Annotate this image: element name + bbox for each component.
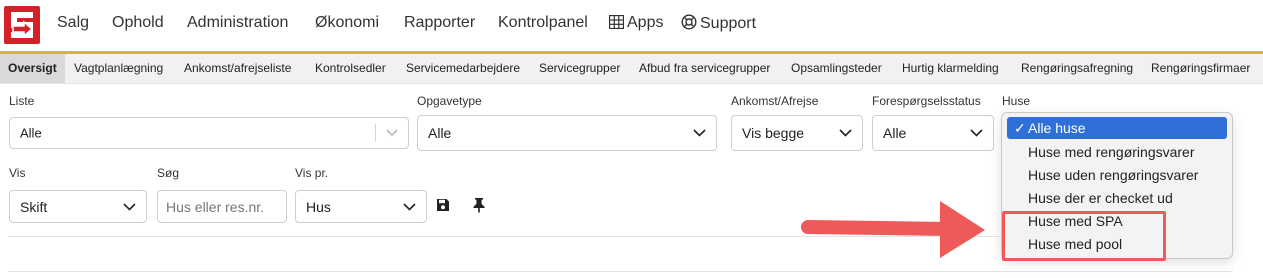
vis-select[interactable]: Skift — [9, 190, 147, 223]
liste-select[interactable]: Alle — [9, 117, 409, 149]
search-input[interactable]: Hus eller res.nr. — [157, 190, 287, 223]
opgavetype-value: Alle — [428, 125, 452, 141]
huse-option-med-spa[interactable]: Huse med SPA — [1007, 210, 1227, 232]
liste-label: Liste — [9, 94, 35, 108]
opgavetype-label: Opgavetype — [417, 94, 482, 108]
nav-kontrolpanel[interactable]: Kontrolpanel — [498, 14, 588, 32]
pin-icon[interactable] — [472, 197, 486, 218]
ankomst-label: Ankomst/Afrejse — [731, 94, 819, 108]
tab-afbud-fra-servicegrupper[interactable]: Afbud fra servicegrupper — [639, 54, 770, 83]
nav-support[interactable]: Support — [681, 14, 756, 35]
tab-rengoringsafregning[interactable]: Rengøringsafregning — [1021, 54, 1133, 83]
nav-okonomi[interactable]: Økonomi — [315, 14, 379, 32]
grid-icon — [608, 14, 625, 34]
vispr-value: Hus — [306, 198, 331, 215]
chevron-down-icon — [839, 124, 852, 142]
status-label: Forespørgselsstatus — [872, 94, 981, 108]
tab-vagtplanlaegning[interactable]: Vagtplanlægning — [74, 54, 163, 83]
save-icon[interactable] — [436, 198, 450, 217]
huse-dropdown-menu[interactable]: ✓ Alle huse Huse med rengøringsvarer Huse… — [1001, 112, 1233, 259]
tab-kontrolsedler[interactable]: Kontrolsedler — [315, 54, 386, 83]
huse-option-med-pool[interactable]: Huse med pool — [1007, 233, 1227, 255]
sog-label: Søg — [157, 166, 180, 180]
divider-line — [8, 271, 1233, 272]
vispr-select[interactable]: Hus — [295, 190, 427, 223]
nav-apps-label: Apps — [627, 14, 664, 31]
status-select[interactable]: Alle — [872, 115, 994, 151]
huse-option-uden-rengoringsvarer[interactable]: Huse uden rengøringsvarer — [1007, 164, 1227, 186]
checkmark-icon: ✓ — [1014, 120, 1026, 136]
tab-ankomst-afrejseliste[interactable]: Ankomst/afrejseliste — [184, 54, 291, 83]
huse-label: Huse — [1002, 94, 1031, 108]
logo-icon[interactable] — [4, 6, 40, 44]
vispr-label: Vis pr. — [295, 166, 329, 180]
nav-salg[interactable]: Salg — [57, 14, 89, 32]
search-placeholder: Hus eller res.nr. — [166, 198, 265, 215]
tab-servicemedarbejdere[interactable]: Servicemedarbejdere — [406, 54, 520, 83]
tab-rengoringsfirmaer[interactable]: Rengøringsfirmaer — [1151, 54, 1250, 83]
nav-administration[interactable]: Administration — [187, 14, 288, 32]
top-navbar: Salg Ophold Administration Økonomi Rappo… — [0, 0, 1263, 51]
chevron-down-icon — [123, 198, 136, 216]
vis-value: Skift — [20, 198, 48, 215]
huse-option-med-rengoringsvarer[interactable]: Huse med rengøringsvarer — [1007, 141, 1227, 163]
ankomst-value: Vis begge — [742, 125, 805, 141]
lifebuoy-icon — [681, 14, 697, 35]
huse-option-checket-ud[interactable]: Huse der er checket ud — [1007, 187, 1227, 209]
sub-navbar: Oversigt Vagtplanlægning Ankomst/afrejse… — [0, 54, 1263, 84]
nav-apps[interactable]: Apps — [608, 14, 664, 34]
nav-support-label: Support — [700, 15, 757, 32]
tab-servicegrupper[interactable]: Servicegrupper — [539, 54, 620, 83]
chevron-down-icon — [693, 124, 706, 142]
status-value: Alle — [883, 125, 907, 141]
huse-option-alle-huse[interactable]: ✓ Alle huse — [1007, 117, 1227, 139]
chevron-down-icon — [386, 124, 398, 142]
tab-hurtig-klarmelding[interactable]: Hurtig klarmelding — [902, 54, 999, 83]
liste-value: Alle — [20, 125, 42, 141]
opgavetype-select[interactable]: Alle — [417, 115, 717, 151]
nav-rapporter[interactable]: Rapporter — [404, 14, 475, 32]
nav-ophold[interactable]: Ophold — [112, 14, 164, 32]
tab-opsamlingsteder[interactable]: Opsamlingsteder — [791, 54, 882, 83]
chevron-down-icon — [970, 124, 983, 142]
vis-label: Vis — [9, 166, 26, 180]
chevron-down-icon — [403, 198, 416, 216]
tab-oversigt[interactable]: Oversigt — [0, 54, 65, 83]
option-label: Alle huse — [1028, 120, 1086, 136]
select-separator — [375, 124, 376, 142]
ankomst-select[interactable]: Vis begge — [731, 115, 863, 151]
